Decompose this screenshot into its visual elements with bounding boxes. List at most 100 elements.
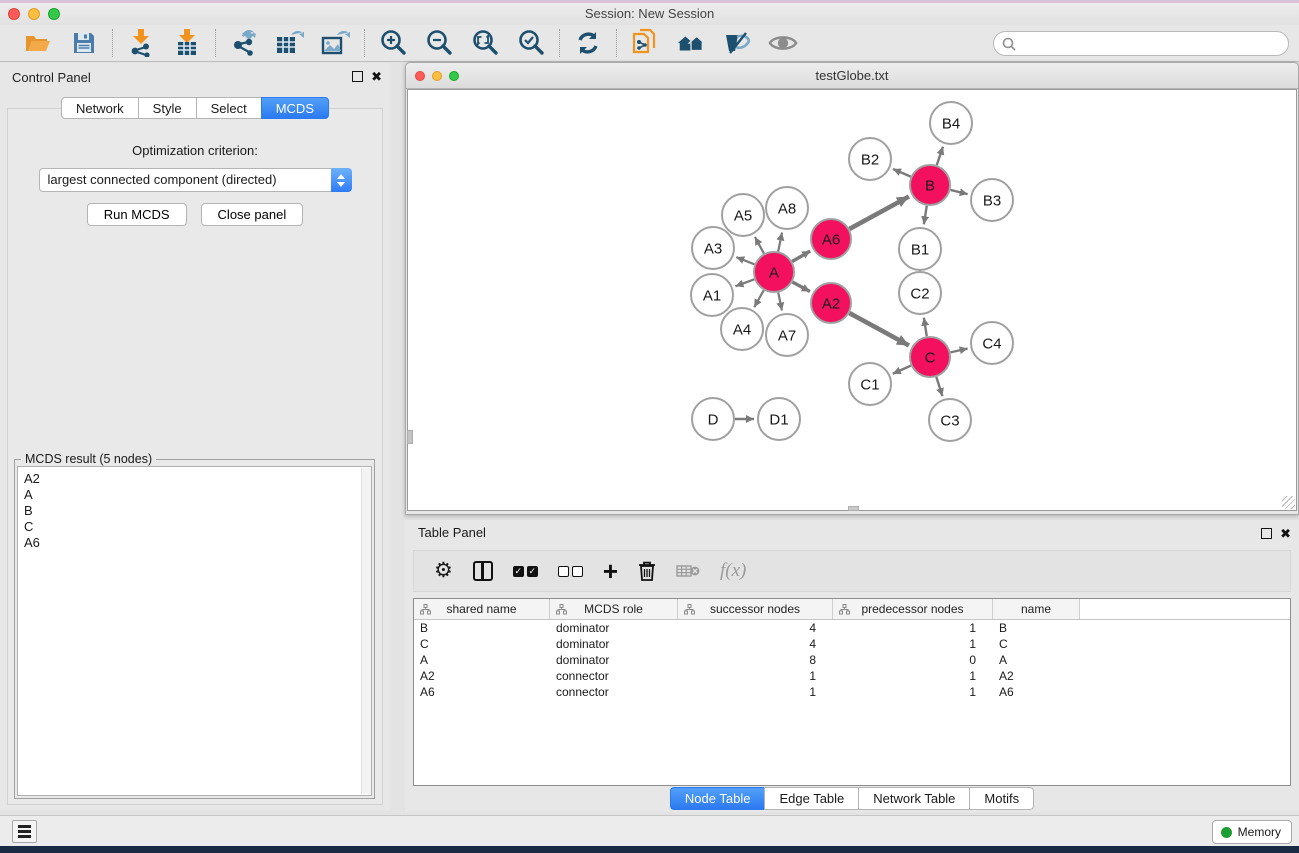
graph-node-B[interactable]: B [910,165,950,205]
zoom-selected-icon[interactable] [516,28,546,58]
refresh-icon[interactable] [573,28,603,58]
zoom-fit-icon[interactable] [470,28,500,58]
network-canvas[interactable]: B4B2BB3A5A8A6A3B1AA1C2A2A4A7C4CC1C3DD1 [407,89,1297,511]
table-cell[interactable]: 4 [678,620,833,636]
delete-table-icon[interactable] [676,556,700,586]
deselect-all-icon[interactable] [558,556,583,586]
graph-node-A6[interactable]: A6 [811,219,851,259]
table-cell[interactable]: 0 [833,652,993,668]
graph-node-B2[interactable]: B2 [849,138,891,180]
table-cell[interactable]: 1 [678,668,833,684]
table-cell[interactable]: A6 [414,684,550,700]
window-resize-grip[interactable] [1282,496,1295,509]
table-cell[interactable]: A2 [414,668,550,684]
graph-node-A8[interactable]: A8 [766,187,808,229]
column-header[interactable]: name [993,599,1080,619]
graph-node-A5[interactable]: A5 [722,194,764,236]
graph-node-A1[interactable]: A1 [691,274,733,316]
tab-network-table[interactable]: Network Table [858,787,969,810]
table-cell[interactable]: connector [550,668,678,684]
column-header[interactable]: predecessor nodes [833,599,993,619]
tab-edge-table[interactable]: Edge Table [764,787,858,810]
import-network-icon[interactable] [126,28,156,58]
export-table-icon[interactable] [275,28,305,58]
table-settings-icon[interactable]: ⚙ [434,556,453,586]
graph-node-B4[interactable]: B4 [930,102,972,144]
tab-node-table[interactable]: Node Table [670,787,765,810]
table-body[interactable]: Bdominator41BCdominator41CAdominator80AA… [414,620,1290,700]
table-header-row[interactable]: shared nameMCDS rolesuccessor nodesprede… [414,599,1290,620]
table-cell[interactable]: dominator [550,652,678,668]
table-cell[interactable]: 1 [833,684,993,700]
mcds-result-item[interactable]: A6 [24,535,371,551]
add-column-icon[interactable]: + [603,556,618,586]
zoom-in-icon[interactable] [378,28,408,58]
graphics-details-icon[interactable] [722,28,752,58]
vertical-scrollbar-thumb[interactable] [407,430,413,444]
table-cell[interactable]: 1 [833,636,993,652]
table-row[interactable]: Bdominator41B [414,620,1290,636]
graph-node-D1[interactable]: D1 [758,398,800,440]
function-builder-icon[interactable]: f(x) [720,556,746,586]
table-cell[interactable]: B [993,620,1080,636]
network-graph[interactable]: B4B2BB3A5A8A6A3B1AA1C2A2A4A7C4CC1C3DD1 [408,90,1299,510]
column-header[interactable]: shared name [414,599,550,619]
table-cell[interactable]: A6 [993,684,1080,700]
table-row[interactable]: A2connector11A2 [414,668,1290,684]
tab-network[interactable]: Network [61,97,138,119]
search-box[interactable] [993,31,1289,56]
criterion-dropdown[interactable]: largest connected component (directed) [39,168,352,192]
ndex-houses-icon[interactable] [676,28,706,58]
graph-node-C[interactable]: C [910,337,950,377]
select-all-icon[interactable]: ✓✓ [513,556,538,586]
table-cell[interactable]: B [414,620,550,636]
graph-node-C1[interactable]: C1 [849,363,891,405]
table-cell[interactable]: 1 [678,684,833,700]
table-cell[interactable]: connector [550,684,678,700]
graph-node-A3[interactable]: A3 [692,227,734,269]
table-row[interactable]: Cdominator41C [414,636,1290,652]
tab-mcds[interactable]: MCDS [261,97,329,119]
graph-node-D[interactable]: D [692,398,734,440]
table-cell[interactable]: A [993,652,1080,668]
zoom-out-icon[interactable] [424,28,454,58]
mcds-result-item[interactable]: A [24,487,371,503]
table-cell[interactable]: 1 [833,620,993,636]
close-panel-button[interactable]: Close panel [201,203,304,226]
table-cell[interactable]: dominator [550,636,678,652]
mcds-result-item[interactable]: A2 [24,471,371,487]
table-row[interactable]: Adominator80A [414,652,1290,668]
graph-node-A2[interactable]: A2 [811,283,851,323]
delete-column-icon[interactable] [638,556,656,586]
export-network-icon[interactable] [229,28,259,58]
graph-node-C2[interactable]: C2 [899,272,941,314]
open-session-icon[interactable] [23,28,53,58]
table-cell[interactable]: C [414,636,550,652]
table-row[interactable]: A6connector11A6 [414,684,1290,700]
node-table[interactable]: shared nameMCDS rolesuccessor nodesprede… [413,598,1291,786]
memory-button[interactable]: Memory [1212,820,1292,844]
close-panel-icon[interactable]: ✖ [371,71,382,82]
float-panel-icon[interactable] [352,71,363,82]
column-header[interactable]: successor nodes [678,599,833,619]
table-cell[interactable]: dominator [550,620,678,636]
mcds-result-item[interactable]: B [24,503,371,519]
graph-node-A7[interactable]: A7 [766,314,808,356]
task-history-icon[interactable] [12,820,37,843]
column-header[interactable]: MCDS role [550,599,678,619]
column-visibility-icon[interactable] [473,556,493,586]
birds-eye-view-icon[interactable] [768,28,798,58]
horizontal-scrollbar-thumb[interactable] [848,506,859,511]
tab-style[interactable]: Style [138,97,196,119]
save-session-icon[interactable] [69,28,99,58]
export-image-icon[interactable] [321,28,351,58]
graph-node-C4[interactable]: C4 [971,322,1013,364]
table-cell[interactable]: 4 [678,636,833,652]
graph-node-C3[interactable]: C3 [929,399,971,441]
table-cell[interactable]: A [414,652,550,668]
import-table-icon[interactable] [172,28,202,58]
tab-select[interactable]: Select [196,97,261,119]
graph-node-B1[interactable]: B1 [899,228,941,270]
tab-motifs[interactable]: Motifs [969,787,1034,810]
network-window-titlebar[interactable]: testGlobe.txt [406,63,1298,89]
